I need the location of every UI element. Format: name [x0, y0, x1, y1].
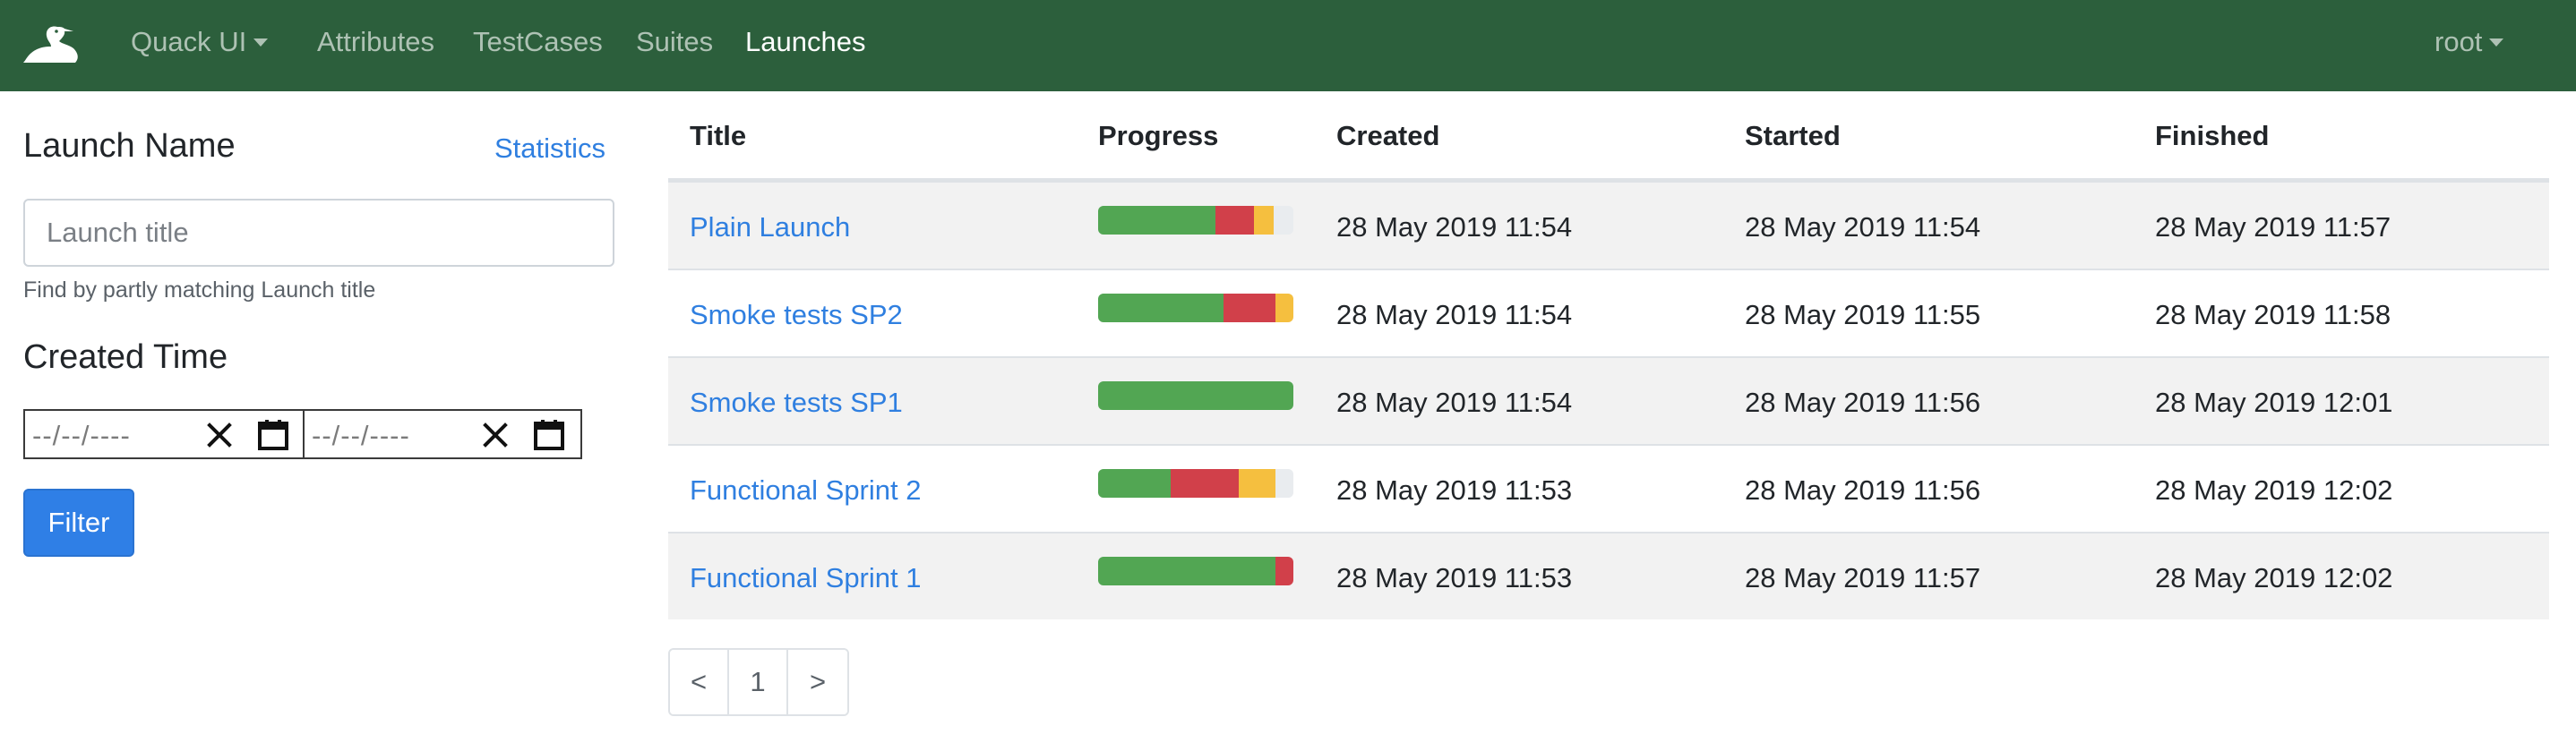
cell-created: 28 May 2019 11:54 — [1336, 387, 1573, 418]
calendar-icon[interactable] — [256, 418, 290, 452]
progress-remaining-segment — [1274, 206, 1293, 235]
nav-testcases[interactable]: TestCases — [473, 0, 603, 91]
launch-title-link[interactable]: Plain Launch — [690, 211, 850, 243]
header-title: Title — [690, 120, 747, 151]
table-row: Functional Sprint 2 28 May 2019 11:53 28 M… — [668, 444, 2549, 532]
date-placeholder: --/--/---- — [312, 420, 410, 451]
user-menu-dropdown[interactable]: root — [2434, 0, 2504, 91]
launch-title-link[interactable]: Smoke tests SP2 — [690, 299, 903, 331]
nav-launches[interactable]: Launches — [745, 0, 865, 91]
date-placeholder: --/--/---- — [32, 420, 131, 451]
statistics-link[interactable]: Statistics — [494, 132, 605, 165]
progress-passed-segment — [1098, 469, 1171, 498]
cell-started: 28 May 2019 11:56 — [1745, 474, 1981, 506]
table-row: Plain Launch 28 May 2019 11:54 28 May 2019… — [668, 181, 2549, 269]
cell-created: 28 May 2019 11:54 — [1336, 299, 1573, 330]
launch-progress-bar — [1098, 381, 1293, 410]
cell-created: 28 May 2019 11:53 — [1336, 474, 1573, 506]
launch-progress-bar — [1098, 294, 1293, 322]
nav-attributes[interactable]: Attributes — [317, 0, 434, 91]
created-from-date-input[interactable]: --/--/---- — [23, 409, 305, 459]
progress-broken-segment — [1238, 469, 1276, 498]
header-progress: Progress — [1098, 120, 1219, 151]
launch-title-link[interactable]: Smoke tests SP1 — [690, 387, 903, 419]
chevron-down-icon — [253, 38, 269, 47]
header-started: Started — [1745, 120, 1841, 151]
launch-title-link[interactable]: Functional Sprint 2 — [690, 474, 921, 507]
progress-passed-segment — [1098, 294, 1224, 322]
calendar-icon[interactable] — [532, 418, 566, 452]
launch-title-help-text: Find by partly matching Launch title — [23, 277, 376, 303]
progress-failed-segment — [1223, 294, 1276, 322]
progress-failed-segment — [1215, 206, 1255, 235]
pagination-page-1[interactable]: 1 — [729, 650, 788, 714]
cell-created: 28 May 2019 11:54 — [1336, 211, 1573, 243]
cell-started: 28 May 2019 11:57 — [1745, 562, 1981, 593]
table-header: Title Progress Created Started Finished — [668, 93, 2549, 181]
top-navbar: Quack UI Attributes TestCases Suites Lau… — [0, 0, 2576, 91]
clear-icon[interactable] — [204, 420, 235, 450]
progress-broken-segment — [1254, 206, 1275, 235]
progress-remaining-segment — [1275, 469, 1293, 498]
pagination-next[interactable]: > — [788, 650, 847, 714]
created-time-heading: Created Time — [23, 338, 228, 376]
filter-button[interactable]: Filter — [23, 489, 134, 557]
table-row: Smoke tests SP1 28 May 2019 11:54 28 May 2… — [668, 356, 2549, 444]
pagination-prev[interactable]: < — [670, 650, 729, 714]
cell-finished: 28 May 2019 12:02 — [2155, 474, 2393, 506]
created-to-date-input[interactable]: --/--/---- — [303, 409, 582, 459]
cell-finished: 28 May 2019 11:57 — [2155, 211, 2391, 243]
progress-broken-segment — [1275, 294, 1293, 322]
progress-passed-segment — [1098, 206, 1215, 235]
progress-failed-segment — [1275, 557, 1293, 585]
launch-progress-bar — [1098, 557, 1293, 585]
duck-logo-icon[interactable] — [23, 23, 82, 68]
cell-finished: 28 May 2019 12:02 — [2155, 562, 2393, 593]
progress-passed-segment — [1098, 381, 1293, 410]
cell-finished: 28 May 2019 12:01 — [2155, 387, 2393, 418]
header-finished: Finished — [2155, 120, 2270, 151]
quack-ui-label: Quack UI — [131, 26, 247, 57]
progress-passed-segment — [1098, 557, 1276, 585]
launch-progress-bar — [1098, 206, 1293, 235]
cell-started: 28 May 2019 11:56 — [1745, 387, 1981, 418]
launch-name-heading: Launch Name — [23, 127, 236, 165]
quack-ui-dropdown[interactable]: Quack UI — [131, 0, 269, 91]
cell-started: 28 May 2019 11:54 — [1745, 211, 1981, 243]
pagination: < 1 > — [668, 648, 849, 716]
nav-suites[interactable]: Suites — [636, 0, 713, 91]
table-row: Smoke tests SP2 28 May 2019 11:54 28 May 2… — [668, 269, 2549, 356]
table-row: Functional Sprint 1 28 May 2019 11:53 28 M… — [668, 532, 2549, 619]
header-created: Created — [1336, 120, 1440, 151]
chevron-down-icon — [2489, 38, 2504, 47]
launch-title-input[interactable] — [23, 199, 614, 267]
cell-finished: 28 May 2019 11:58 — [2155, 299, 2391, 330]
clear-icon[interactable] — [480, 420, 511, 450]
user-name: root — [2434, 26, 2483, 57]
cell-started: 28 May 2019 11:55 — [1745, 299, 1981, 330]
launch-title-link[interactable]: Functional Sprint 1 — [690, 562, 921, 594]
cell-created: 28 May 2019 11:53 — [1336, 562, 1573, 593]
progress-failed-segment — [1170, 469, 1239, 498]
launch-progress-bar — [1098, 469, 1293, 498]
